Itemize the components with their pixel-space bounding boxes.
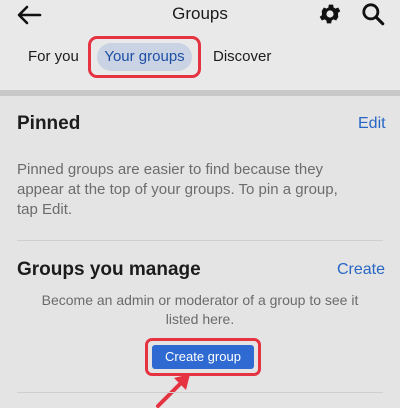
create-group-highlight: Create group	[145, 338, 261, 376]
tab-for-you[interactable]: For you	[28, 46, 79, 68]
tab-discover[interactable]: Discover	[213, 46, 271, 68]
create-link[interactable]: Create	[337, 261, 385, 279]
divider	[17, 392, 383, 393]
pinned-description-line: tap Edit.	[17, 201, 73, 218]
top-app-bar: Groups For you Your groups Discover	[0, 0, 400, 92]
search-button[interactable]	[360, 1, 386, 27]
manage-description-line: listed here.	[165, 311, 235, 327]
manage-description-line: Become an admin or moderator of a group …	[41, 292, 359, 308]
gear-icon	[319, 4, 341, 24]
pinned-heading: Pinned	[17, 113, 81, 134]
divider	[17, 240, 383, 241]
pinned-description: Pinned groups are easier to find because…	[17, 160, 387, 220]
groups-you-manage-heading: Groups you manage	[17, 259, 201, 280]
settings-button[interactable]	[317, 1, 343, 27]
search-icon	[362, 3, 385, 26]
manage-description: Become an admin or moderator of a group …	[0, 291, 400, 329]
pinned-description-line: Pinned groups are easier to find because…	[17, 161, 324, 178]
tab-your-groups-highlight: Your groups	[88, 36, 201, 78]
create-group-button[interactable]: Create group	[152, 345, 254, 369]
tab-your-groups[interactable]: Your groups	[97, 43, 192, 71]
pointer-arrow-icon	[156, 374, 190, 408]
edit-link[interactable]: Edit	[358, 115, 386, 133]
pinned-description-line: appear at the top of your groups. To pin…	[17, 181, 338, 198]
section-divider	[0, 90, 400, 96]
